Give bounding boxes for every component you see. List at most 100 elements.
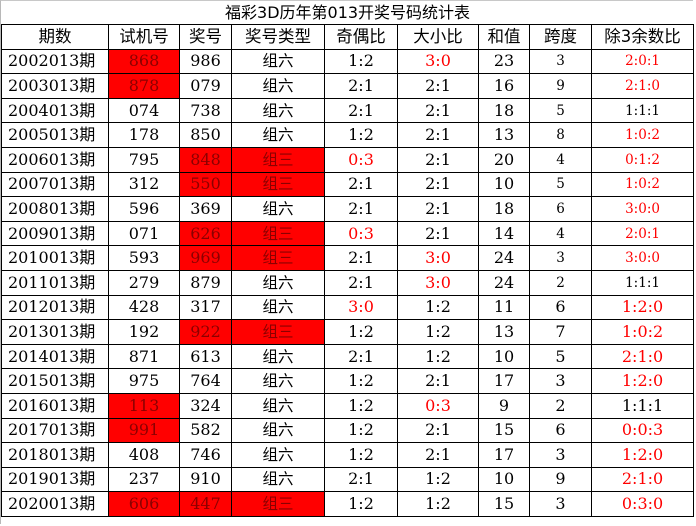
cell-big-small-ratio: 3:0: [397, 48, 479, 75]
cell-draw-type: 组三: [231, 319, 325, 345]
cell-draw-number: 986: [179, 48, 232, 75]
cell-period: 2017013期: [1, 417, 109, 444]
table-row: 2003013期 878 079 组六 2:1 2:1 16 9 2:1:0: [1, 73, 695, 99]
cell-mod3-ratio: 0:1:2: [590, 146, 695, 173]
table-row: 2015013期 975 764 组六 1:2 2:1 17 3 1:2:0: [1, 368, 695, 394]
cell-mod3-ratio: 0:0:3: [590, 417, 695, 444]
cell-big-small-ratio: 3:0: [397, 269, 479, 296]
cell-big-small-ratio: 1:2: [397, 343, 479, 370]
cell-span: 8: [529, 122, 592, 148]
cell-big-small-ratio: 2:1: [397, 442, 479, 468]
cell-mod3-ratio: 3:0:0: [590, 196, 695, 222]
cell-odd-even-ratio: 1:2: [324, 442, 398, 468]
cell-mod3-ratio: 2:1:0: [590, 343, 695, 370]
cell-mod3-ratio: 1:0:2: [590, 122, 695, 148]
cell-big-small-ratio: 2:1: [397, 171, 479, 198]
cell-odd-even-ratio: 1:2: [324, 392, 398, 419]
cell-period: 2016013期: [1, 392, 109, 419]
header-big-small-ratio: 大小比: [397, 24, 479, 50]
cell-period: 2005013期: [1, 122, 109, 148]
cell-big-small-ratio: 2:1: [397, 73, 479, 99]
cell-mod3-ratio: 2:0:1: [590, 220, 695, 247]
cell-test-number: 279: [108, 269, 180, 296]
table-title: 福彩3D历年第013开奖号码统计表: [1, 1, 694, 25]
cell-draw-number: 626: [179, 220, 232, 247]
table-row: 2014013期 871 613 组六 2:1 1:2 10 5 2:1:0: [1, 343, 695, 370]
header-span: 跨度: [529, 24, 592, 50]
cell-period: 2010013期: [1, 245, 109, 271]
cell-odd-even-ratio: 2:1: [324, 73, 398, 99]
cell-big-small-ratio: 1:2: [397, 319, 479, 345]
cell-sum: 10: [478, 466, 530, 493]
cell-draw-type: 组三: [231, 491, 325, 517]
cell-span: 3: [529, 48, 592, 75]
table-row: 2017013期 991 582 组六 1:2 2:1 15 6 0:0:3: [1, 417, 695, 444]
cell-mod3-ratio: 1:2:0: [590, 442, 695, 468]
cell-draw-type: 组六: [231, 73, 325, 99]
cell-period: 2011013期: [1, 269, 109, 296]
cell-sum: 16: [478, 73, 530, 99]
cell-span: 5: [529, 171, 592, 198]
cell-draw-number: 550: [179, 171, 232, 198]
header-odd-even-ratio: 奇偶比: [324, 24, 398, 50]
cell-draw-number: 317: [179, 294, 232, 321]
cell-odd-even-ratio: 1:2: [324, 491, 398, 517]
cell-period: 2009013期: [1, 220, 109, 247]
header-period: 期数: [1, 24, 109, 50]
cell-mod3-ratio: 2:0:1: [590, 48, 695, 75]
cell-sum: 10: [478, 171, 530, 198]
cell-test-number: 878: [108, 73, 180, 99]
cell-sum: 18: [478, 97, 530, 124]
cell-mod3-ratio: 1:1:1: [590, 269, 695, 296]
cell-period: 2002013期: [1, 48, 109, 75]
cell-period: 2006013期: [1, 146, 109, 173]
cell-sum: 13: [478, 122, 530, 148]
cell-draw-number: 746: [179, 442, 232, 468]
cell-sum: 10: [478, 343, 530, 370]
cell-big-small-ratio: 1:2: [397, 466, 479, 493]
cell-test-number: 871: [108, 343, 180, 370]
cell-sum: 13: [478, 319, 530, 345]
cell-draw-number: 969: [179, 245, 232, 271]
cell-span: 2: [529, 392, 592, 419]
cell-draw-type: 组六: [231, 269, 325, 296]
cell-sum: 11: [478, 294, 530, 321]
cell-draw-number: 582: [179, 417, 232, 444]
table-row: 2020013期 606 447 组三 1:2 1:2 15 3 0:3:0: [1, 491, 695, 517]
cell-big-small-ratio: 1:2: [397, 294, 479, 321]
cell-draw-number: 922: [179, 319, 232, 345]
cell-sum: 24: [478, 269, 530, 296]
cell-test-number: 606: [108, 491, 180, 517]
cell-test-number: 113: [108, 392, 180, 419]
cell-draw-number: 879: [179, 269, 232, 296]
header-sum: 和值: [478, 24, 530, 50]
cell-draw-type: 组六: [231, 122, 325, 148]
title-row: 福彩3D历年第013开奖号码统计表: [1, 1, 694, 25]
cell-draw-number: 369: [179, 196, 232, 222]
table-row: 2010013期 593 969 组三 2:1 3:0 24 3 3:0:0: [1, 245, 695, 271]
cell-sum: 18: [478, 196, 530, 222]
cell-big-small-ratio: 2:1: [397, 146, 479, 173]
cell-draw-type: 组六: [231, 48, 325, 75]
cell-span: 6: [529, 294, 592, 321]
cell-mod3-ratio: 1:1:1: [590, 97, 695, 124]
cell-span: 2: [529, 269, 592, 296]
cell-period: 2004013期: [1, 97, 109, 124]
cell-test-number: 975: [108, 368, 180, 394]
cell-odd-even-ratio: 2:1: [324, 245, 398, 271]
cell-draw-type: 组六: [231, 466, 325, 493]
cell-period: 2014013期: [1, 343, 109, 370]
header-mod3-ratio: 除3余数比: [590, 24, 695, 50]
cell-mod3-ratio: 1:0:2: [590, 319, 695, 345]
cell-mod3-ratio: 1:2:0: [590, 368, 695, 394]
cell-span: 9: [529, 466, 592, 493]
cell-period: 2019013期: [1, 466, 109, 493]
cell-draw-number: 910: [179, 466, 232, 493]
cell-draw-type: 组六: [231, 368, 325, 394]
cell-mod3-ratio: 2:1:0: [590, 73, 695, 99]
table-row: 2008013期 596 369 组六 2:1 2:1 18 6 3:0:0: [1, 196, 695, 222]
cell-draw-number: 764: [179, 368, 232, 394]
cell-big-small-ratio: 2:1: [397, 220, 479, 247]
cell-mod3-ratio: 2:1:0: [590, 466, 695, 493]
cell-sum: 15: [478, 491, 530, 517]
